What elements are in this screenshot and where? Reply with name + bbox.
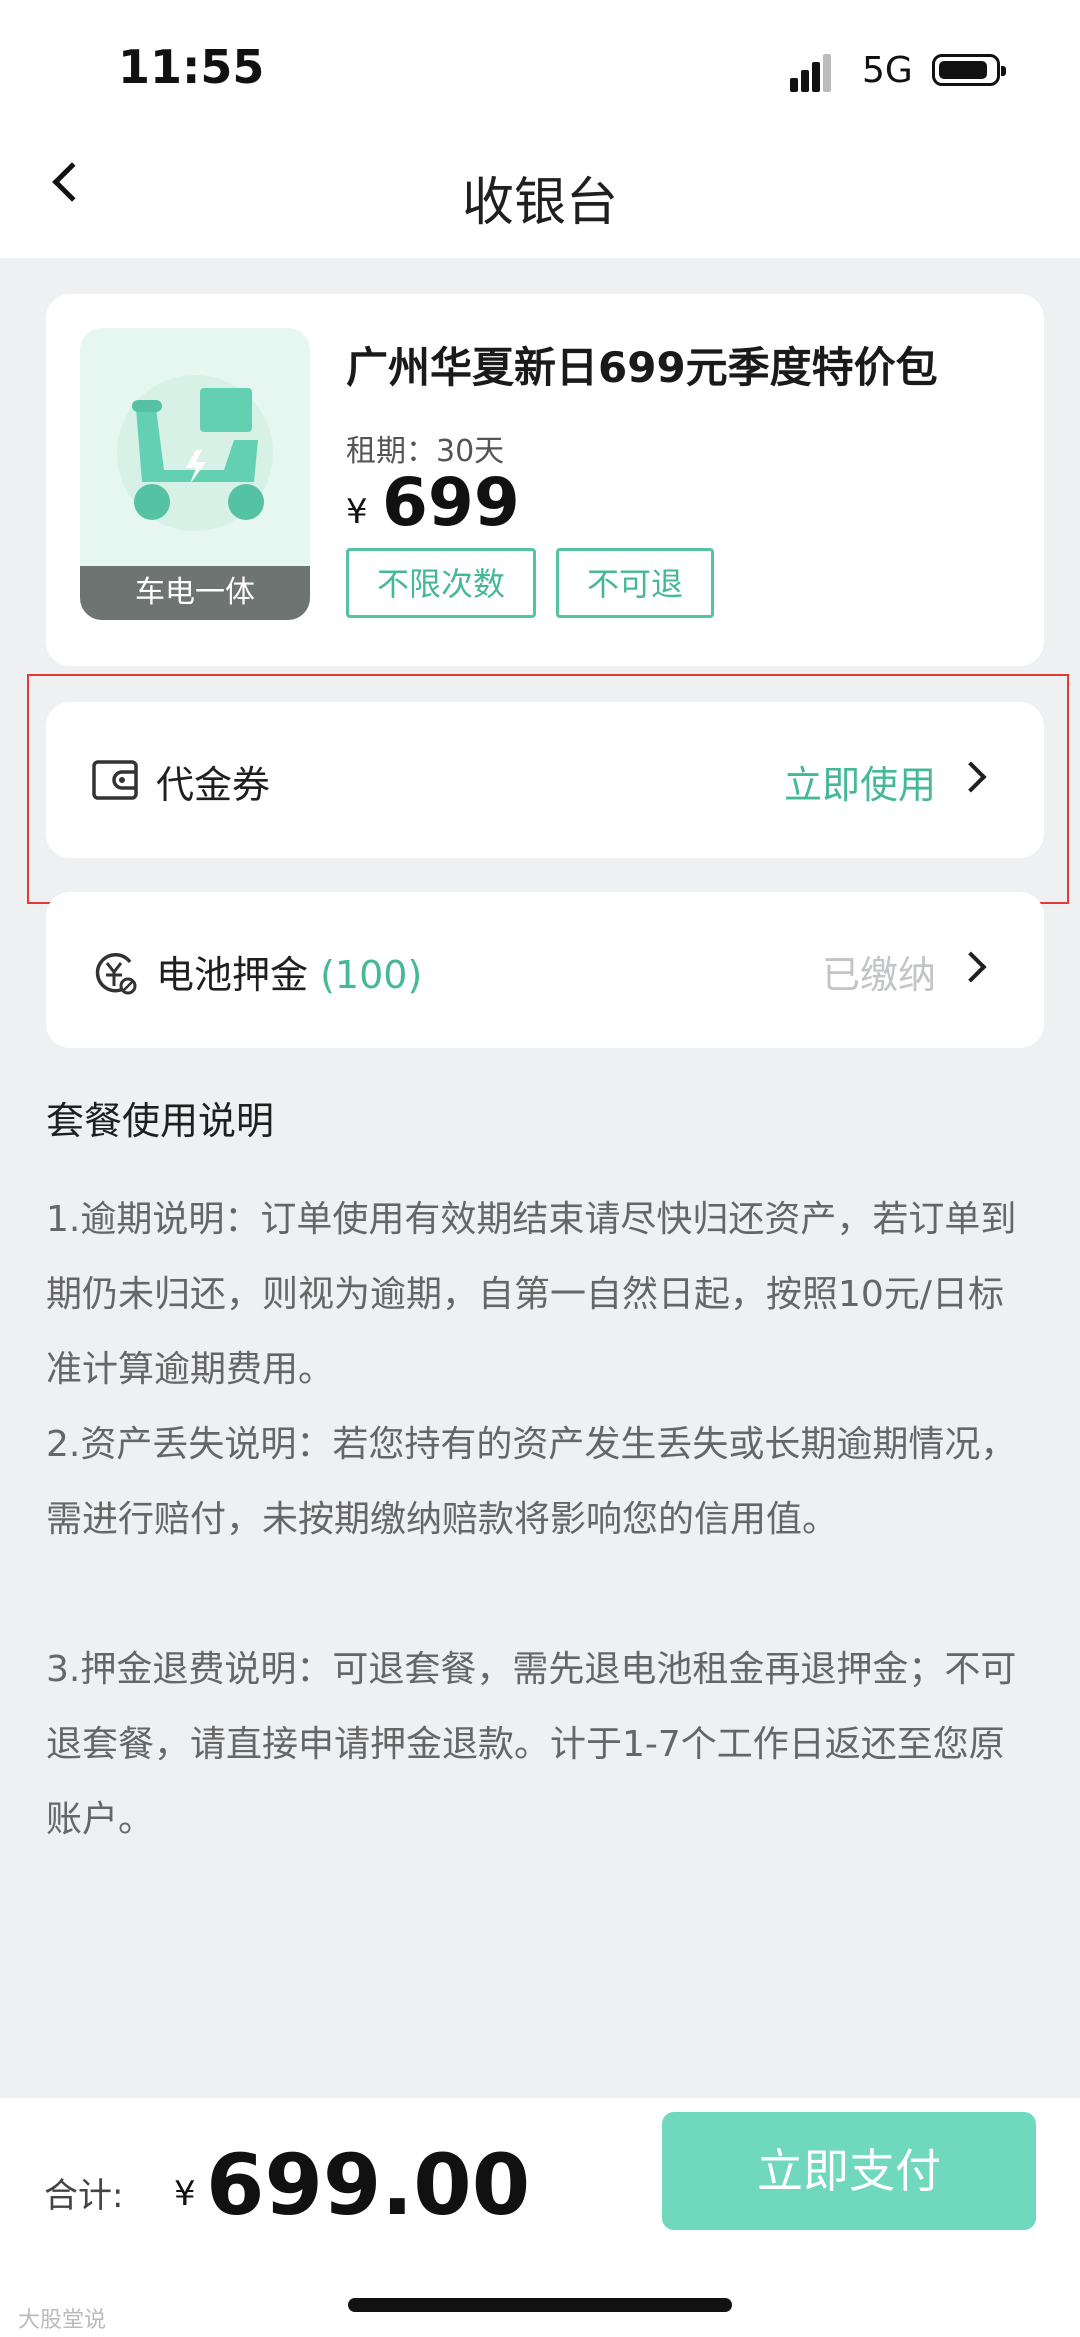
product-type-label: 车电一体 (80, 566, 310, 620)
status-time: 11:55 (118, 40, 265, 94)
yuan-coin-icon (95, 952, 137, 995)
top-bar: 11:55 5G 收银台 (0, 0, 1080, 258)
page-title: 收银台 (461, 173, 618, 233)
deposit-label: 电池押金 (100) (156, 944, 422, 999)
chevron-right-icon (955, 951, 987, 983)
product-price: 699 (382, 464, 520, 541)
deposit-status: 已缴纳 (821, 953, 936, 997)
watermark: 大股堂说 (18, 2308, 107, 2333)
instructions-title: 套餐使用说明 (46, 1099, 275, 1143)
total-label: 合计: (44, 2176, 124, 2216)
scooter-icon (117, 375, 273, 531)
deposit-count: (100) (320, 953, 423, 997)
network-type: 5G (862, 50, 913, 91)
signal-icon (790, 52, 842, 92)
price-currency: ¥ (346, 492, 368, 532)
product-thumbnail: 车电一体 (80, 328, 310, 620)
tag-unlimited: 不限次数 (346, 548, 536, 618)
total-amount: 699.00 (206, 2136, 531, 2234)
deposit-label-text: 电池押金 (156, 953, 309, 997)
total-currency: ¥ (174, 2174, 196, 2214)
battery-icon (932, 54, 1006, 86)
product-card: 车电一体 广州华夏新日699元季度特价包 租期：30天 ¥ 699 不限次数 不… (46, 294, 1044, 666)
deposit-row[interactable]: 电池押金 (100) 已缴纳 (46, 892, 1044, 1048)
instruction-item: 3.押金退费说明：可退套餐，需先退电池租金再退押金；不可退套餐，请直接申请押金退… (46, 1649, 1017, 1840)
pay-now-button[interactable]: 立即支付 (662, 2112, 1036, 2230)
instruction-item: 2.资产丢失说明：若您持有的资产发生丢失或长期逾期情况，需进行赔付，未按期缴纳赔… (46, 1424, 1017, 1540)
highlight-box (27, 674, 1069, 904)
home-indicator (348, 2298, 732, 2312)
product-name: 广州华夏新日699元季度特价包 (346, 343, 938, 392)
instruction-item: 1.逾期说明：订单使用有效期结束请尽快归还资产，若订单到期仍未归还，则视为逾期，… (46, 1199, 1017, 1390)
tag-non-refundable: 不可退 (556, 548, 714, 618)
